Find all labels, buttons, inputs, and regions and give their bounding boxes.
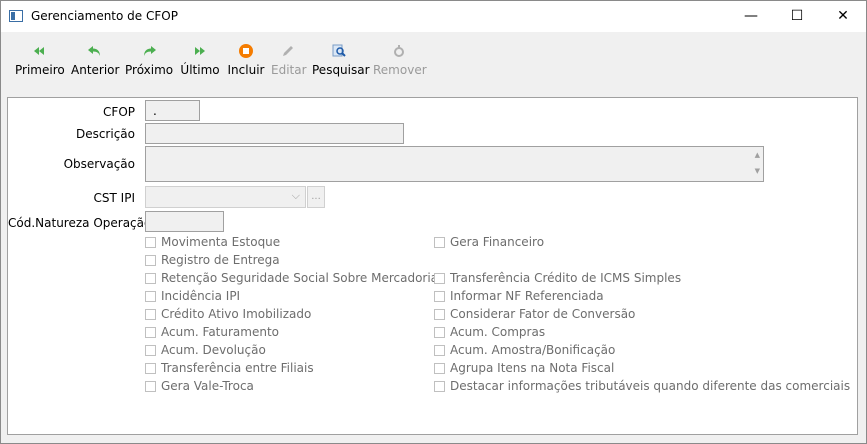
cfop-window: Gerenciamento de CFOP — ☐ ✕ Primeiro Ant… (0, 0, 867, 444)
checkbox-box[interactable] (434, 345, 445, 356)
natureza-label: Cód.Natureza Operação (8, 216, 152, 230)
checkbox-box[interactable] (145, 309, 156, 320)
checkbox-incidencia-ipi[interactable]: Incidência IPI (145, 289, 240, 305)
remove-label: Remover (373, 63, 427, 77)
double-chevron-left-icon (34, 47, 44, 55)
app-window-icon (9, 10, 23, 22)
checkbox-box[interactable] (145, 345, 156, 356)
chevron-down-icon: ⌵ (291, 189, 300, 202)
checkbox-box[interactable] (434, 363, 445, 374)
checkbox-gera-financeiro[interactable]: Gera Financeiro (434, 235, 544, 251)
checkbox-transferencia-filiais[interactable]: Transferência entre Filiais (145, 361, 314, 377)
scroll-up-icon[interactable]: ▲ (755, 151, 760, 159)
toolbar: Primeiro Anterior Próximo Último Incluir (1, 32, 866, 88)
arrow-forward-icon (144, 46, 156, 56)
checkbox-fator-conversao[interactable]: Considerar Fator de Conversão (434, 307, 635, 323)
checkbox-box[interactable] (434, 291, 445, 302)
cst-ipi-label: CST IPI (93, 191, 135, 205)
minimize-button[interactable]: — (728, 1, 774, 32)
checkbox-gera-vale-troca[interactable]: Gera Vale-Troca (145, 379, 254, 395)
checkbox-box[interactable] (145, 363, 156, 374)
observacao-label: Observação (63, 157, 135, 171)
cfop-input[interactable]: . (145, 100, 200, 121)
close-button[interactable]: ✕ (820, 1, 866, 32)
previous-record-button[interactable]: Anterior (71, 42, 119, 82)
checkbox-informar-nf[interactable]: Informar NF Referenciada (434, 289, 604, 305)
window-title: Gerenciamento de CFOP (31, 9, 178, 23)
edit-record-button[interactable]: Editar (271, 42, 307, 82)
search-button[interactable]: Pesquisar (312, 42, 370, 82)
cst-ipi-browse-button[interactable]: ... (307, 186, 325, 208)
scroll-down-icon[interactable]: ▼ (755, 167, 760, 175)
checkbox-acum-amostra[interactable]: Acum. Amostra/Bonificação (434, 343, 615, 359)
cfop-label: CFOP (103, 105, 135, 119)
observacao-textarea[interactable]: ▲ ▼ (145, 146, 764, 182)
checkbox-retencao-seguridade[interactable]: Retenção Seguridade Social Sobre Mercado… (145, 271, 444, 287)
pencil-icon (283, 46, 293, 56)
checkbox-box[interactable] (434, 237, 445, 248)
next-record-button[interactable]: Próximo (125, 42, 173, 82)
descricao-input[interactable] (145, 123, 404, 144)
descricao-label: Descrição (75, 127, 135, 141)
checkbox-box[interactable] (434, 327, 445, 338)
remove-icon (394, 45, 404, 57)
add-record-button[interactable]: Incluir (227, 42, 265, 82)
first-label: Primeiro (15, 63, 65, 77)
checkbox-destacar-informacoes[interactable]: Destacar informações tributáveis quando … (434, 379, 850, 395)
maximize-button[interactable]: ☐ (774, 1, 820, 32)
checkbox-agrupa-itens[interactable]: Agrupa Itens na Nota Fiscal (434, 361, 614, 377)
title-bar: Gerenciamento de CFOP — ☐ ✕ (1, 1, 866, 32)
checkbox-acum-devolucao[interactable]: Acum. Devolução (145, 343, 266, 359)
checkbox-acum-compras[interactable]: Acum. Compras (434, 325, 545, 341)
checkbox-box[interactable] (145, 381, 156, 392)
checkbox-box[interactable] (434, 309, 445, 320)
add-label: Incluir (227, 63, 265, 77)
checkbox-box[interactable] (434, 381, 445, 392)
add-circle-icon (239, 44, 253, 58)
checkbox-box[interactable] (434, 273, 445, 284)
checkbox-registro-entrega[interactable]: Registro de Entrega (145, 253, 280, 269)
checkbox-credito-ativo[interactable]: Crédito Ativo Imobilizado (145, 307, 311, 323)
double-chevron-right-icon (195, 47, 205, 55)
checkbox-box[interactable] (145, 327, 156, 338)
checkbox-movimenta-estoque[interactable]: Movimenta Estoque (145, 235, 280, 251)
natureza-input[interactable] (145, 211, 224, 232)
previous-label: Anterior (71, 63, 120, 77)
checkbox-transferencia-icms[interactable]: Transferência Crédito de ICMS Simples (434, 271, 681, 287)
checkbox-box[interactable] (145, 255, 156, 266)
last-label: Último (180, 63, 220, 77)
remove-record-button[interactable]: Remover (373, 42, 427, 82)
next-label: Próximo (125, 63, 174, 77)
form-panel: CFOP . Descrição Observação ▲ ▼ CST IPI … (7, 97, 858, 435)
checkbox-box[interactable] (145, 273, 156, 284)
search-label: Pesquisar (312, 63, 370, 77)
arrow-back-icon (88, 46, 100, 56)
checkbox-box[interactable] (145, 237, 156, 248)
checkbox-acum-faturamento[interactable]: Acum. Faturamento (145, 325, 279, 341)
cst-ipi-select[interactable]: ⌵ (145, 186, 306, 208)
edit-label: Editar (271, 63, 307, 77)
checkbox-box[interactable] (145, 291, 156, 302)
search-icon (332, 44, 346, 57)
first-record-button[interactable]: Primeiro (15, 42, 65, 82)
last-record-button[interactable]: Último (180, 42, 220, 82)
